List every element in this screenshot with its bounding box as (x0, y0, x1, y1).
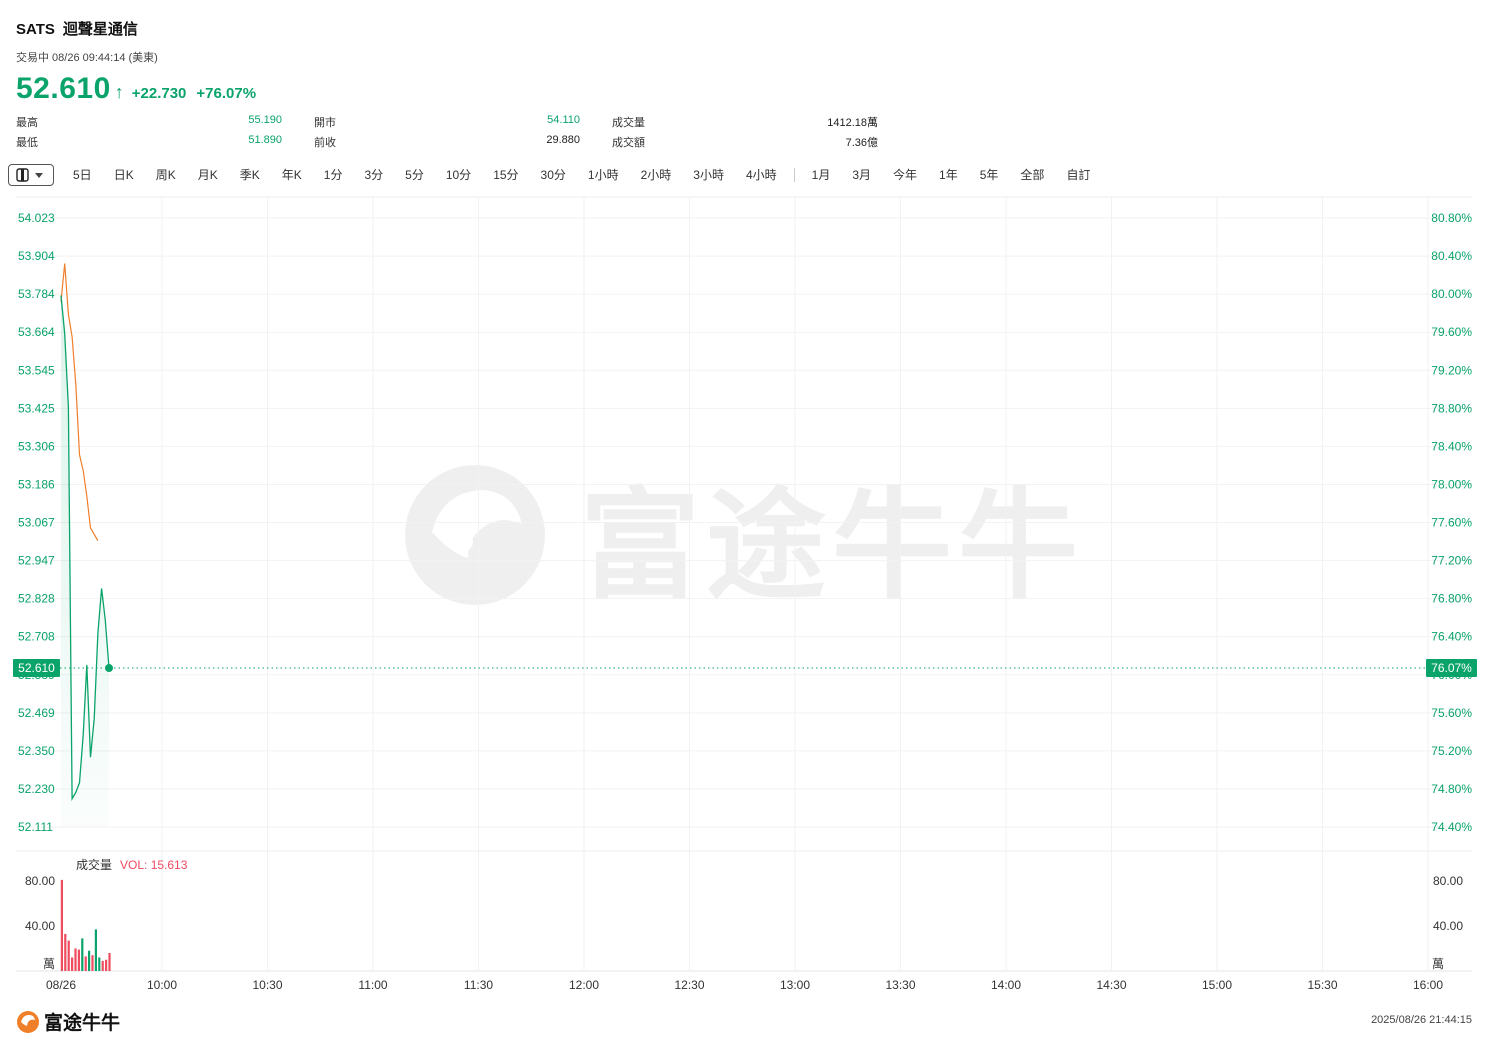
x-tick-label: 10:00 (147, 978, 177, 992)
y-pct-tick-label: 76.80% (1431, 592, 1472, 606)
current-price-label: 52.610 (18, 661, 55, 675)
y-tick-label: 52.708 (18, 630, 55, 644)
y-axis-right: 80.80% 80.40% 80.00% 79.60% 79.20% 78.80% 78.4… (1431, 211, 1472, 834)
y-tick-label: 53.545 (18, 363, 55, 377)
x-tick-label: 10:30 (252, 978, 282, 992)
y-axis-left: 54.023 53.904 53.784 53.664 53.545 53.425 53.3… (18, 211, 55, 834)
volume-axis: 80.00 40.00 80.00 40.00 萬 萬 (25, 874, 1463, 971)
y-tick-label: 52.828 (18, 592, 55, 606)
y-tick-label: 52.230 (18, 782, 55, 796)
y-tick-label: 53.186 (18, 477, 55, 491)
y-pct-tick-label: 74.80% (1431, 782, 1472, 796)
volume-bar (60, 879, 63, 971)
y-tick-label: 53.425 (18, 401, 55, 415)
footer-timestamp: 2025/08/26 21:44:15 (1371, 1014, 1472, 1026)
x-tick-label: 11:30 (464, 978, 493, 992)
x-tick-label: 12:30 (674, 978, 704, 992)
volume-bar (74, 948, 77, 971)
volume-bar (91, 955, 94, 971)
x-tick-label: 12:00 (569, 978, 599, 992)
volume-legend: 成交量 VOL: 15.613 (76, 856, 187, 873)
volume-bar (81, 938, 84, 971)
y-pct-tick-label: 80.00% (1431, 287, 1472, 301)
x-tick-label: 15:00 (1202, 978, 1232, 992)
volume-bar (71, 957, 74, 971)
y-pct-tick-label: 79.60% (1431, 325, 1472, 339)
y-tick-label: 53.664 (18, 325, 55, 339)
y-tick-label: 53.784 (18, 287, 55, 301)
x-tick-label: 11:00 (358, 978, 387, 992)
volume-bar (84, 956, 87, 971)
volume-bars (60, 879, 111, 971)
volume-bar (88, 950, 91, 971)
current-price-dot (105, 664, 113, 673)
volume-bar (98, 957, 101, 971)
y-pct-tick-label: 78.00% (1431, 477, 1472, 491)
y-tick-label: 53.067 (18, 516, 55, 530)
y-tick-label: 54.023 (18, 211, 55, 225)
volume-unit-right: 萬 (1432, 957, 1444, 971)
footer-brand: 富途牛牛 (16, 1008, 120, 1035)
brand-name: 富途牛牛 (44, 1013, 121, 1034)
y-tick-label: 53.306 (18, 439, 55, 453)
x-tick-label: 14:30 (1096, 978, 1126, 992)
y-tick-label: 52.350 (18, 744, 55, 758)
x-tick-label: 08/26 (46, 978, 76, 992)
current-pct-label: 76.07% (1431, 661, 1472, 675)
volume-bar (77, 949, 80, 971)
price-series (60, 263, 110, 827)
volume-bar (64, 933, 67, 971)
volume-y-tick: 80.00 (25, 874, 55, 888)
y-pct-tick-label: 75.20% (1431, 744, 1472, 758)
volume-y-tick-right: 40.00 (1433, 919, 1463, 933)
y-tick-label: 52.469 (18, 706, 55, 720)
volume-bar (94, 929, 97, 971)
y-pct-tick-label: 80.40% (1431, 249, 1472, 263)
y-tick-label: 52.111 (18, 820, 53, 834)
brand-logo-icon (17, 1010, 39, 1033)
y-pct-tick-label: 79.20% (1431, 363, 1472, 377)
y-pct-tick-label: 75.60% (1431, 706, 1472, 720)
volume-y-tick: 40.00 (25, 919, 55, 933)
x-tick-label: 13:00 (780, 978, 810, 992)
volume-bar (108, 953, 111, 971)
volume-bar (101, 960, 104, 971)
price-chart[interactable]: 54.023 53.904 53.784 53.664 53.545 53.425 53.3… (0, 0, 1488, 1000)
price-area (61, 295, 109, 827)
y-pct-tick-label: 76.40% (1431, 630, 1472, 644)
x-axis: 08/26 10:00 10:30 11:00 11:30 12:00 12:30 13:00… (46, 978, 1443, 992)
x-tick-label: 15:30 (1307, 978, 1337, 992)
volume-y-tick-right: 80.00 (1433, 874, 1463, 888)
y-pct-tick-label: 78.40% (1431, 439, 1472, 453)
volume-bar (67, 940, 70, 971)
volume-unit: 萬 (43, 957, 55, 971)
x-tick-label: 13:30 (885, 978, 915, 992)
y-pct-tick-label: 77.60% (1431, 516, 1472, 530)
volume-bar (105, 959, 108, 971)
y-pct-tick-label: 80.80% (1431, 211, 1472, 225)
y-pct-tick-label: 77.20% (1431, 554, 1472, 568)
volume-legend-label: 成交量 (76, 858, 113, 872)
volume-legend-value: VOL: 15.613 (120, 858, 188, 872)
y-pct-tick-label: 78.80% (1431, 401, 1472, 415)
x-tick-label: 16:00 (1413, 978, 1443, 992)
grid-lines (16, 197, 1472, 971)
x-tick-label: 14:00 (991, 978, 1021, 992)
y-tick-label: 52.947 (18, 554, 55, 568)
y-pct-tick-label: 74.40% (1431, 820, 1472, 834)
y-tick-label: 53.904 (18, 249, 55, 263)
